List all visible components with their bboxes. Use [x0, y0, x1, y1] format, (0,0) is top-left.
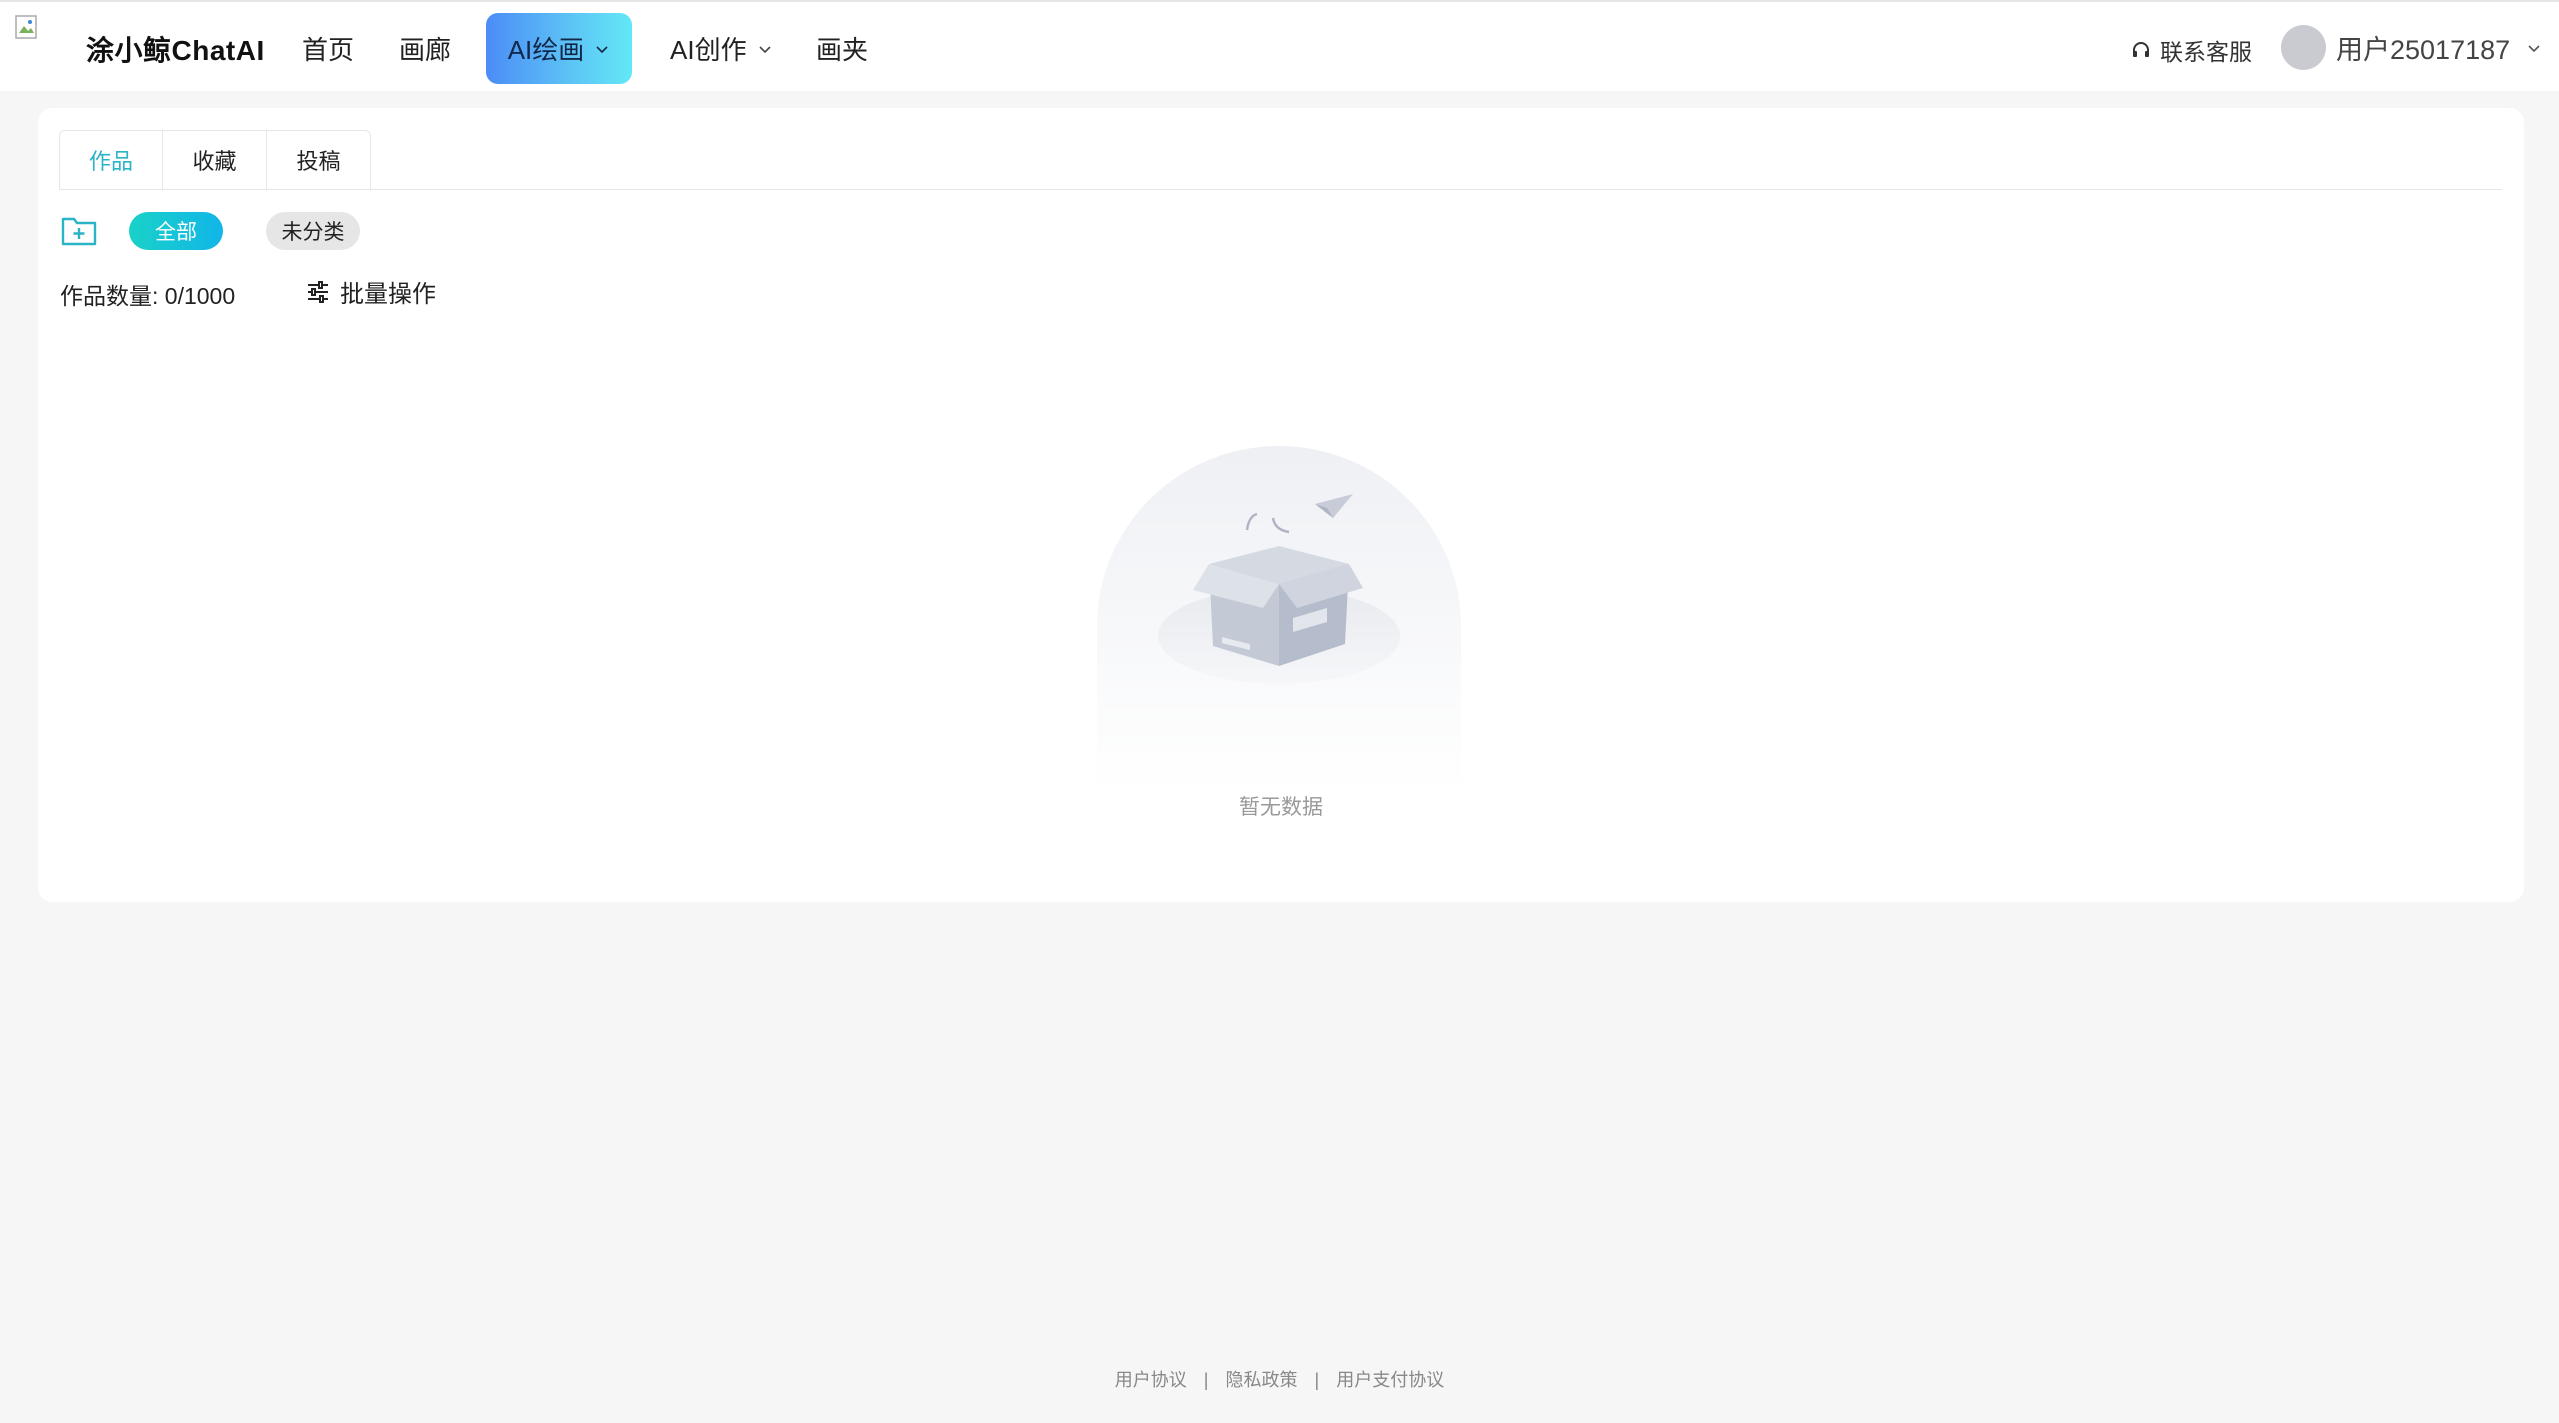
privacy-policy-link[interactable]: 隐私政策	[1226, 1370, 1298, 1390]
nav-ai-create-label: AI创作	[670, 35, 747, 65]
nav-ai-create[interactable]: AI创作	[670, 30, 773, 67]
nav-ai-draw[interactable]: AI绘画	[486, 13, 632, 84]
contact-support-button[interactable]: 联系客服	[2130, 33, 2252, 67]
filter-all-button[interactable]: 全部	[129, 212, 223, 250]
username: 用户25017187	[2336, 35, 2511, 65]
tab-works[interactable]: 作品	[59, 130, 163, 190]
empty-state-text: 暂无数据	[1239, 796, 1323, 819]
batch-operation-label: 批量操作	[340, 281, 436, 308]
contact-support-label: 联系客服	[2160, 39, 2252, 65]
add-folder-icon[interactable]	[60, 213, 98, 247]
works-tabs: 作品 收藏 投稿	[59, 130, 371, 190]
user-agreement-link[interactable]: 用户协议	[1115, 1370, 1187, 1390]
nav-home[interactable]: 首页	[302, 30, 354, 67]
works-panel: 作品 收藏 投稿 全部 未分类 作品数量: 0/1000 批量操作 暂无数据	[38, 108, 2524, 902]
chevron-down-icon	[759, 45, 771, 53]
tabs-divider	[59, 189, 2502, 190]
footer-links: 用户协议 | 隐私政策 | 用户支付协议	[0, 1366, 2559, 1392]
nav-gallery[interactable]: 画廊	[399, 30, 451, 67]
work-count-text: 作品数量: 0/1000	[60, 283, 236, 309]
nav-gallery-label: 画廊	[399, 35, 452, 65]
empty-box-illustration	[1097, 446, 1461, 792]
payment-agreement-link[interactable]: 用户支付协议	[1336, 1370, 1444, 1390]
chevron-down-icon	[596, 45, 608, 53]
nav-folder[interactable]: 画夹	[816, 30, 868, 67]
footer-separator: |	[1314, 1370, 1320, 1390]
nav-folder-label: 画夹	[816, 35, 869, 65]
filter-uncategorized-button[interactable]: 未分类	[266, 212, 360, 250]
nav-ai-draw-label: AI绘画	[507, 35, 585, 65]
headset-icon	[2133, 42, 2149, 57]
batch-operation-button[interactable]: 批量操作	[306, 274, 436, 309]
top-navbar: 涂小鲸ChatAI 首页 画廊 AI绘画 AI创作 画夹 联系客服 用户2501…	[0, 0, 2559, 91]
avatar	[2281, 25, 2326, 70]
footer-separator: |	[1203, 1370, 1209, 1390]
chevron-down-icon	[2528, 44, 2540, 52]
broken-image-icon[interactable]	[14, 14, 40, 40]
tab-favorites[interactable]: 收藏	[163, 130, 267, 190]
sliders-icon	[308, 280, 328, 303]
nav-home-label: 首页	[302, 35, 355, 65]
tab-submissions[interactable]: 投稿	[267, 130, 371, 190]
brand-logo-text[interactable]: 涂小鲸ChatAI	[86, 29, 265, 69]
user-menu[interactable]: 用户25017187	[2281, 25, 2542, 70]
